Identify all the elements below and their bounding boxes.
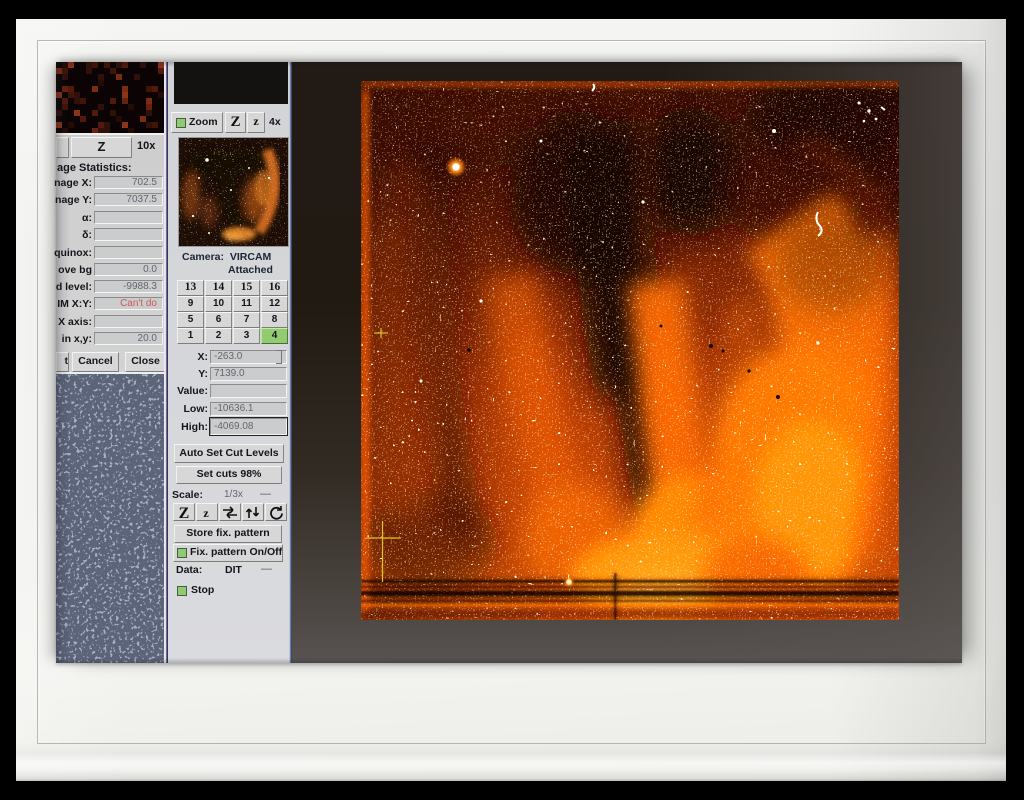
svg-text:z: z: [203, 506, 209, 520]
svg-text:Z: Z: [179, 505, 190, 520]
